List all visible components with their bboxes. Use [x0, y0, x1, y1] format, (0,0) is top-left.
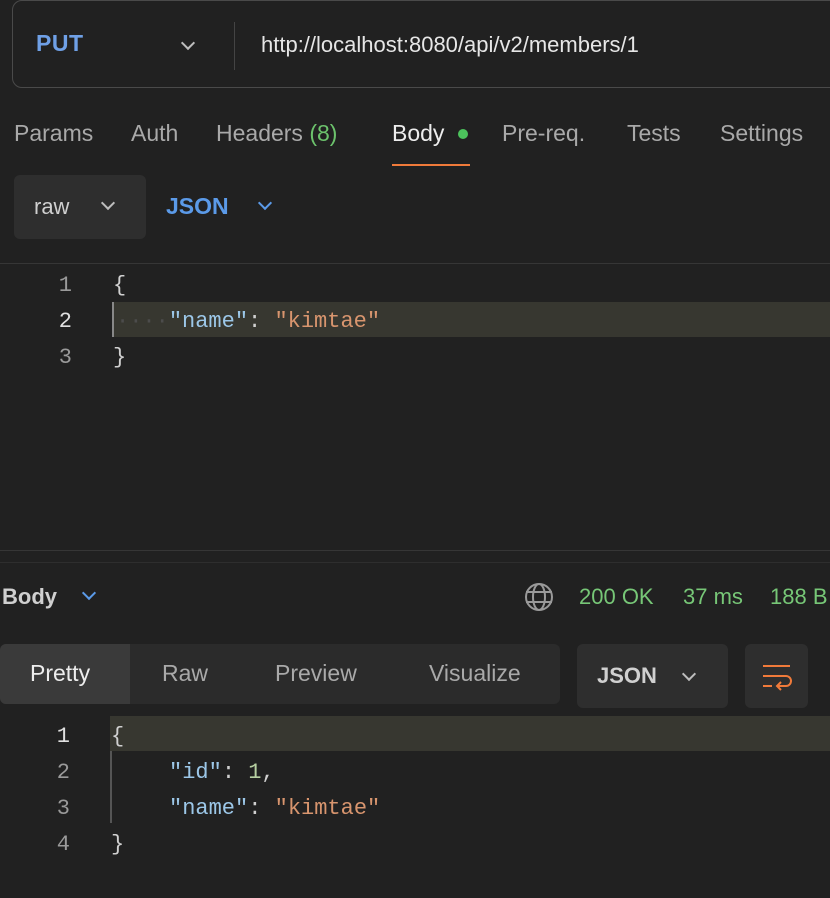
tab-auth[interactable]: Auth	[131, 120, 178, 147]
tab-settings[interactable]: Settings	[720, 120, 803, 147]
tab-tests[interactable]: Tests	[627, 120, 681, 147]
view-raw[interactable]: Raw	[162, 660, 208, 687]
code-line[interactable]: {	[111, 724, 124, 749]
chevron-down-icon[interactable]	[81, 585, 97, 601]
current-line-highlight	[110, 716, 830, 751]
body-modified-dot	[458, 129, 468, 139]
response-section-select[interactable]: Body	[2, 584, 57, 610]
tab-body[interactable]: Body	[392, 120, 444, 147]
response-format-label: JSON	[597, 663, 657, 688]
globe-icon[interactable]	[524, 582, 554, 612]
view-preview[interactable]: Preview	[275, 660, 357, 687]
active-tab-indicator	[392, 164, 470, 166]
status-code[interactable]: 200 OK	[579, 584, 654, 610]
indent-guide: ····	[116, 309, 169, 334]
method-select[interactable]: PUT	[36, 30, 84, 57]
response-size[interactable]: 188 B	[770, 584, 830, 610]
resize-handle[interactable]	[0, 562, 830, 563]
divider	[234, 22, 235, 70]
view-visualize[interactable]: Visualize	[429, 660, 521, 687]
body-format-select[interactable]: JSON	[166, 193, 229, 220]
line-number: 1	[58, 273, 72, 298]
headers-count-badge: (8)	[309, 120, 338, 146]
line-number: 3	[58, 345, 72, 370]
body-type-label: raw	[34, 194, 70, 219]
chevron-down-icon[interactable]	[257, 195, 273, 211]
code-line[interactable]: }	[113, 345, 126, 370]
indent-guide	[110, 751, 112, 823]
divider	[0, 263, 830, 264]
url-input[interactable]: http://localhost:8080/api/v2/members/1	[261, 32, 639, 58]
divider	[0, 550, 830, 551]
code-line[interactable]: {	[113, 273, 126, 298]
code-line[interactable]: }	[111, 832, 124, 857]
code-line[interactable]: "name": "kimtae"	[169, 796, 380, 821]
wrap-lines-icon	[763, 665, 792, 691]
code-line[interactable]: "id": 1,	[169, 760, 275, 785]
response-time[interactable]: 37 ms	[683, 584, 743, 610]
tab-headers[interactable]: Headers (8)	[216, 120, 337, 147]
tab-headers-label: Headers	[216, 120, 303, 146]
wrap-lines-button[interactable]	[745, 644, 808, 708]
line-number: 3	[56, 796, 70, 821]
line-number: 4	[56, 832, 70, 857]
line-number: 1	[56, 724, 70, 749]
code-line[interactable]: ····"name": "kimtae"	[116, 309, 380, 334]
view-pretty[interactable]: Pretty	[30, 660, 90, 687]
line-number: 2	[58, 309, 72, 334]
tab-params[interactable]: Params	[14, 120, 93, 147]
line-number: 2	[56, 760, 70, 785]
cursor	[112, 302, 114, 337]
tab-pre-request[interactable]: Pre-req.	[502, 120, 585, 147]
